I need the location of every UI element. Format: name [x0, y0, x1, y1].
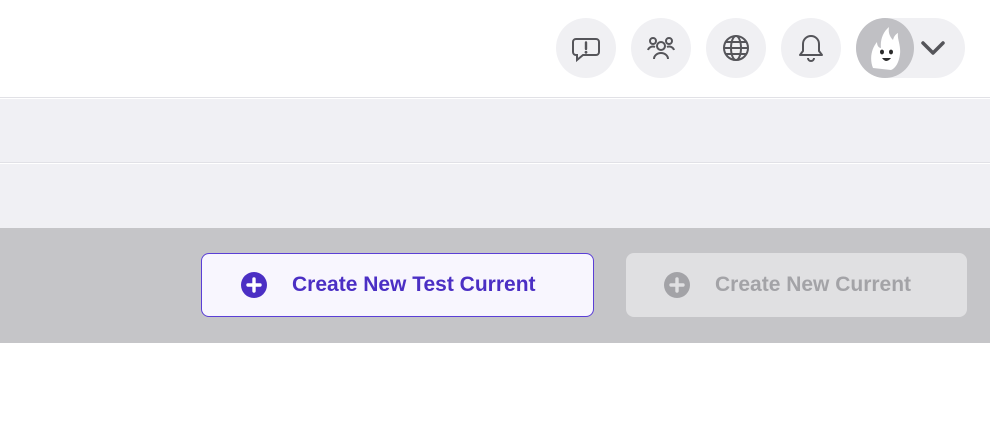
notifications-button[interactable] — [781, 18, 841, 78]
create-new-current-label: Create New Current — [715, 273, 912, 296]
empty-area — [0, 343, 990, 446]
globe-icon — [723, 35, 749, 61]
plus-circle-icon — [241, 272, 267, 298]
avatar — [856, 18, 914, 78]
content-row — [0, 99, 990, 163]
content-row — [0, 164, 990, 228]
users-button[interactable] — [631, 18, 691, 78]
users-icon — [647, 37, 675, 60]
chevron-down-icon[interactable] — [918, 33, 948, 63]
profile-menu[interactable] — [856, 18, 965, 78]
feedback-icon — [572, 38, 600, 63]
plus-circle-icon — [664, 272, 690, 298]
feedback-button[interactable] — [556, 18, 616, 78]
top-bar — [0, 0, 990, 98]
create-new-test-current-button[interactable]: Create New Test Current — [201, 253, 594, 317]
create-new-test-current-label: Create New Test Current — [292, 273, 536, 296]
create-new-current-button[interactable]: Create New Current — [626, 253, 967, 317]
language-button[interactable] — [706, 18, 766, 78]
bell-icon — [799, 35, 823, 62]
action-bar: Create New Test Current Create New Curre… — [0, 228, 990, 343]
